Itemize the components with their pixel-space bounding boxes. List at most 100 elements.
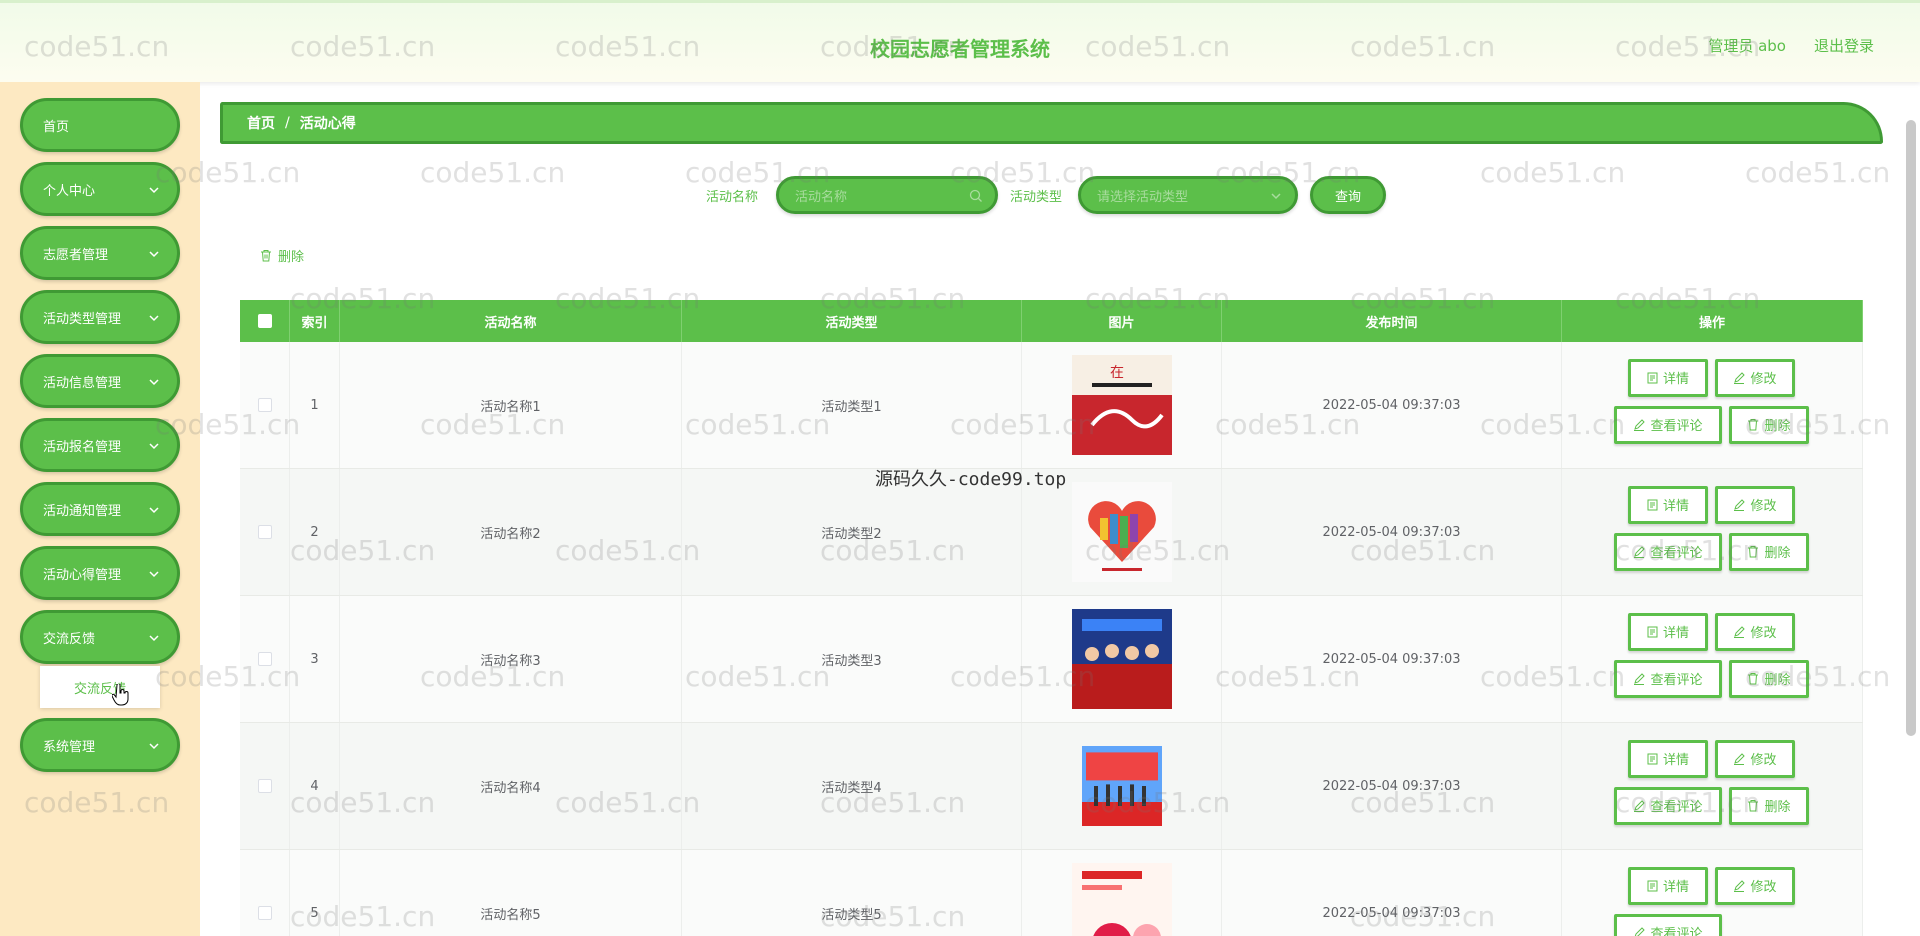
row-publish-time: 2022-05-04 09:37:03	[1222, 469, 1562, 595]
submenu-item-feedback[interactable]: 交流反馈	[40, 666, 160, 708]
chevron-down-icon	[149, 187, 159, 194]
row-activity-name: 活动名称2	[340, 469, 682, 595]
activity-image[interactable]	[1071, 609, 1172, 709]
edit-label: 修改	[1750, 499, 1777, 514]
row-select-cell	[240, 850, 290, 936]
table-row: 4 活动名称4 活动类型4 2022-05-04 09:37:03 详情 修改 …	[240, 723, 1863, 850]
sidebar-item-label: 首页	[43, 119, 70, 135]
edit-icon	[1634, 672, 1646, 685]
row-image-cell: 在	[1022, 342, 1222, 468]
row-checkbox[interactable]	[257, 652, 272, 666]
activity-image[interactable]: 在	[1071, 355, 1172, 455]
row-publish-time: 2022-05-04 09:37:03	[1222, 850, 1562, 936]
detail-button[interactable]: 详情	[1628, 866, 1708, 905]
row-checkbox[interactable]	[257, 525, 272, 539]
document-icon	[1647, 499, 1658, 510]
activity-name-input[interactable]: 活动名称	[776, 176, 998, 214]
document-icon	[1647, 626, 1658, 637]
chevron-down-icon	[1271, 193, 1281, 200]
activity-type-select[interactable]: 请选择活动类型	[1078, 176, 1298, 214]
sidebar-item-activity-experiences[interactable]: 活动心得管理	[20, 546, 180, 600]
sidebar-item-system[interactable]: 系统管理	[20, 718, 180, 772]
row-actions: 详情 修改 查看评论 删除	[1562, 596, 1863, 722]
detail-button[interactable]: 详情	[1628, 358, 1708, 397]
edit-button[interactable]: 修改	[1715, 358, 1795, 397]
bulk-delete-button[interactable]: 删除	[260, 246, 304, 265]
row-activity-type: 活动类型1	[682, 342, 1022, 468]
activity-image[interactable]	[1071, 863, 1172, 936]
edit-button[interactable]: 修改	[1715, 866, 1795, 905]
activity-image[interactable]	[1072, 746, 1172, 826]
view-comments-button[interactable]: 查看评论	[1614, 786, 1722, 825]
row-image-cell	[1022, 850, 1222, 936]
row-activity-name: 活动名称5	[340, 850, 682, 936]
sidebar-item-profile[interactable]: 个人中心	[20, 162, 180, 216]
edit-icon	[1734, 625, 1746, 638]
table-row: 3 活动名称3 活动类型3 2022-05-04 09:37:03 详情 修改 …	[240, 596, 1863, 723]
sidebar-item-label: 活动通知管理	[43, 503, 122, 519]
row-activity-name: 活动名称4	[340, 723, 682, 849]
activity-image[interactable]	[1071, 482, 1172, 582]
header-activity-type: 活动类型	[682, 300, 1022, 342]
sidebar-item-activity-signup[interactable]: 活动报名管理	[20, 418, 180, 472]
header-activity-name: 活动名称	[340, 300, 682, 342]
row-activity-name: 活动名称1	[340, 342, 682, 468]
row-actions: 详情 修改 查看评论 删除	[1562, 469, 1863, 595]
breadcrumb-separator: /	[285, 115, 290, 131]
delete-button[interactable]: 删除	[1729, 532, 1809, 571]
logout-link[interactable]: 退出登录	[1814, 35, 1874, 56]
delete-label: 删除	[1764, 546, 1791, 561]
chevron-down-icon	[149, 443, 159, 450]
sidebar-item-label: 活动心得管理	[43, 567, 122, 583]
sidebar-item-feedback[interactable]: 交流反馈	[20, 610, 180, 664]
sidebar-item-label: 交流反馈	[43, 631, 96, 647]
edit-button[interactable]: 修改	[1715, 485, 1795, 524]
row-index: 5	[290, 850, 340, 936]
row-actions: 详情 修改 查看评论	[1562, 850, 1863, 936]
sidebar-item-home[interactable]: 首页	[20, 98, 180, 152]
delete-button[interactable]: 删除	[1729, 786, 1809, 825]
hand-pointer-icon	[112, 684, 129, 706]
detail-button[interactable]: 详情	[1628, 612, 1708, 651]
detail-label: 详情	[1662, 626, 1689, 641]
detail-button[interactable]: 详情	[1628, 739, 1708, 778]
query-button[interactable]: 查询	[1310, 176, 1386, 214]
chevron-down-icon	[149, 635, 159, 642]
view-comments-button[interactable]: 查看评论	[1614, 405, 1722, 444]
breadcrumb: 首页 / 活动心得	[220, 102, 1883, 144]
row-checkbox[interactable]	[257, 779, 272, 793]
row-select-cell	[240, 342, 290, 468]
trash-icon	[1748, 419, 1759, 431]
row-checkbox[interactable]	[257, 906, 272, 920]
row-activity-type: 活动类型5	[682, 850, 1022, 936]
bulk-delete-label: 删除	[278, 250, 305, 265]
edit-button[interactable]: 修改	[1715, 612, 1795, 651]
view-comments-label: 查看评论	[1650, 673, 1703, 688]
sidebar-item-volunteers[interactable]: 志愿者管理	[20, 226, 180, 280]
view-comments-button[interactable]: 查看评论	[1614, 913, 1722, 936]
sidebar-item-activity-info[interactable]: 活动信息管理	[20, 354, 180, 408]
table-row: 1 活动名称1 活动类型1 在 2022-05-04 09:37:03 详情 修…	[240, 342, 1863, 469]
watermark: code51.cn	[1745, 156, 1891, 189]
detail-label: 详情	[1662, 499, 1689, 514]
view-comments-button[interactable]: 查看评论	[1614, 532, 1722, 571]
edit-icon	[1635, 926, 1646, 936]
view-comments-button[interactable]: 查看评论	[1614, 659, 1722, 698]
sidebar-item-activity-types[interactable]: 活动类型管理	[20, 290, 180, 344]
delete-button[interactable]: 删除	[1729, 659, 1809, 698]
edit-button[interactable]: 修改	[1715, 739, 1795, 778]
system-title: 校园志愿者管理系统	[870, 37, 1050, 61]
sidebar-item-activity-notices[interactable]: 活动通知管理	[20, 482, 180, 536]
view-comments-label: 查看评论	[1650, 800, 1703, 815]
activity-name-label: 活动名称	[706, 190, 759, 205]
breadcrumb-home[interactable]: 首页	[247, 113, 275, 133]
delete-button[interactable]: 删除	[1729, 405, 1809, 444]
detail-label: 详情	[1662, 753, 1689, 768]
select-all-checkbox[interactable]	[257, 314, 272, 328]
row-checkbox[interactable]	[257, 398, 272, 412]
row-actions: 详情 修改 查看评论 删除	[1562, 723, 1863, 849]
detail-button[interactable]: 详情	[1628, 485, 1708, 524]
table-header: 索引 活动名称 活动类型 图片 发布时间 操作	[240, 300, 1863, 342]
vertical-scrollbar[interactable]	[1906, 120, 1916, 736]
trash-icon	[1748, 800, 1759, 812]
